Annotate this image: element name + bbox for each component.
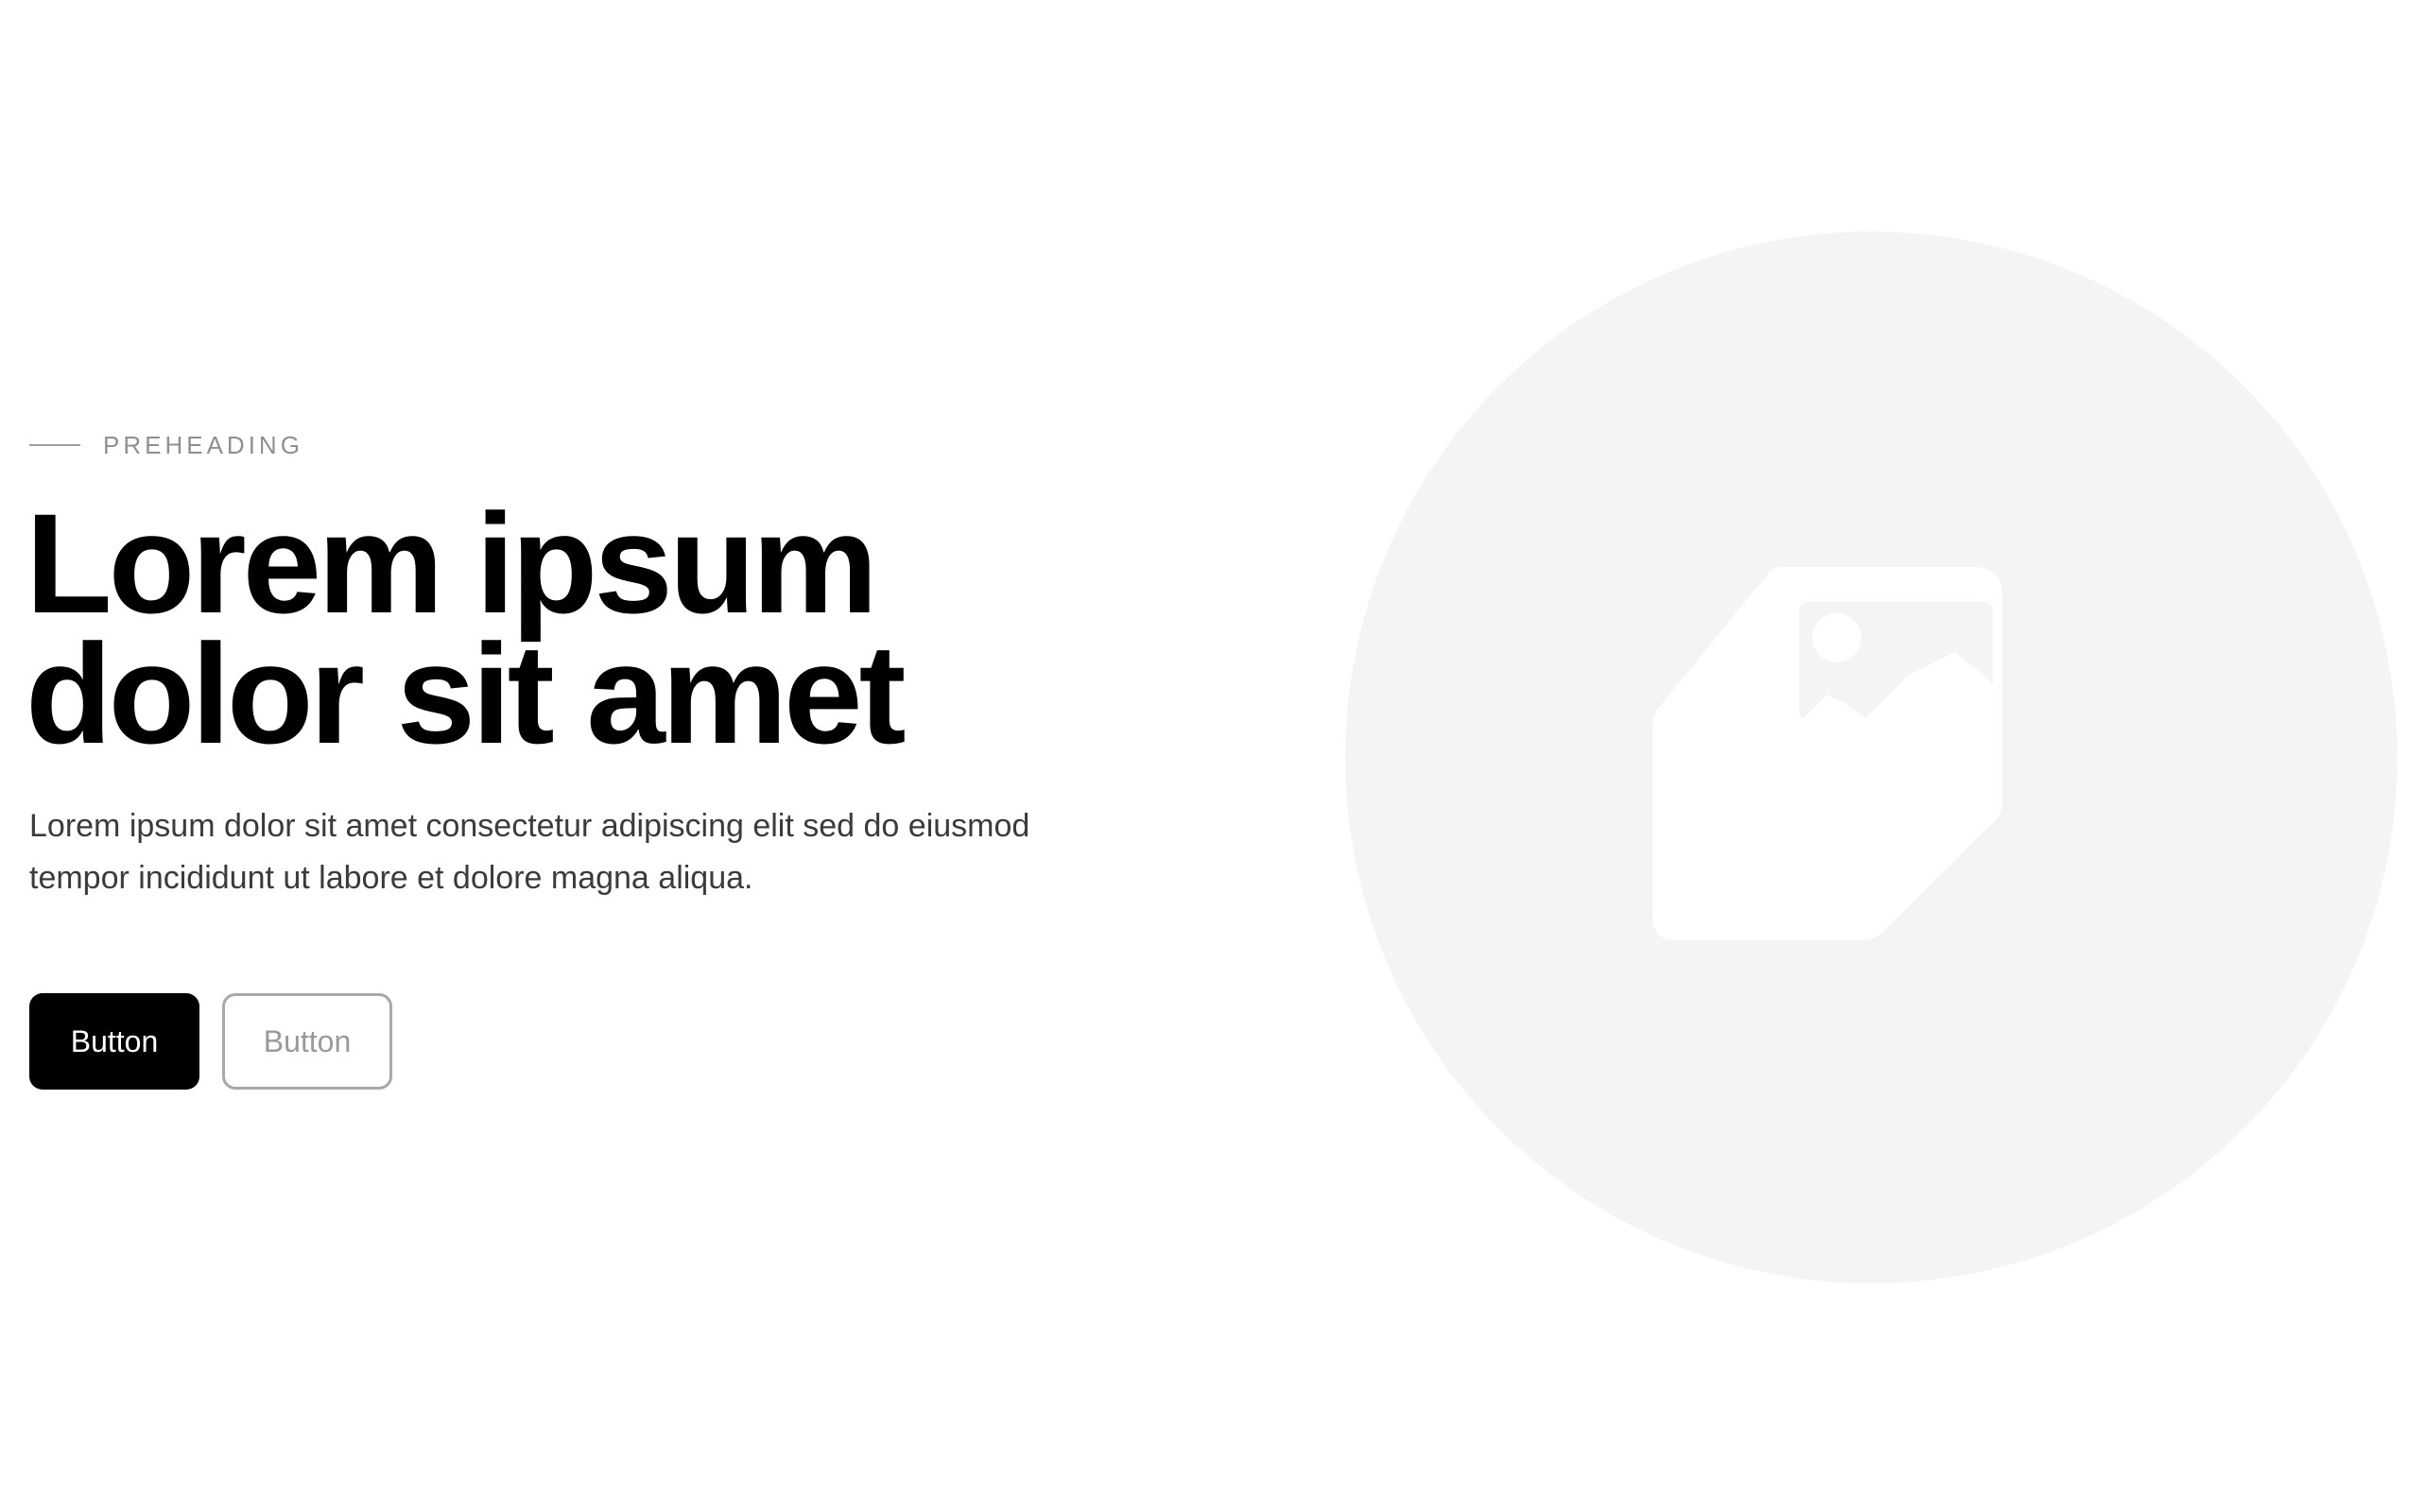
hero-content: PREHEADING Lorem ipsum dolor sit amet Lo… — [26, 428, 1164, 1090]
hero-title-line-2: dolor sit amet — [26, 614, 907, 773]
hero-image-placeholder — [1345, 232, 2397, 1283]
secondary-button[interactable]: Button — [222, 993, 392, 1090]
primary-button[interactable]: Button — [29, 993, 199, 1090]
hero-title: Lorem ipsum dolor sit amet — [26, 484, 1164, 773]
preheading-text: PREHEADING — [103, 430, 303, 459]
button-group: Button Button — [29, 993, 1164, 1090]
hero-title-line-1: Lorem ipsum — [26, 484, 878, 643]
hero-description: Lorem ipsum dolor sit amet consectetur a… — [29, 808, 1030, 896]
preheading: PREHEADING — [29, 428, 1164, 462]
image-placeholder-icon — [1652, 567, 2002, 940]
hero-section: PREHEADING Lorem ipsum dolor sit amet Lo… — [0, 0, 2420, 1512]
preheading-divider — [29, 444, 80, 446]
